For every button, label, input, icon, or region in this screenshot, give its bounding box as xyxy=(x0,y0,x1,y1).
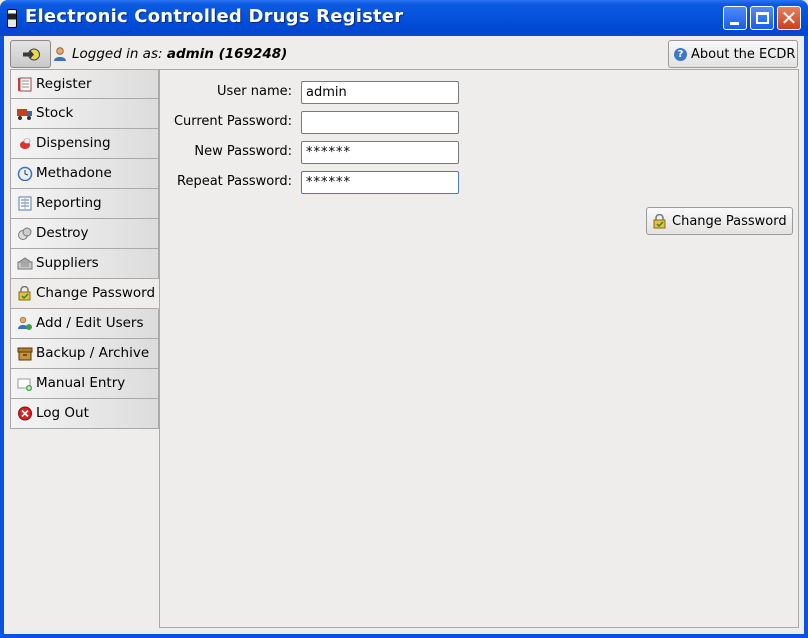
window-bottom-border xyxy=(0,634,808,638)
change-password-button-label: Change Password xyxy=(672,214,787,229)
window-title: Electronic Controlled Drugs Register xyxy=(25,6,404,27)
manual-entry-icon xyxy=(17,378,32,391)
sidebar-item-label: Backup / Archive xyxy=(36,345,150,361)
sidebar-item-manual-entry[interactable]: Manual Entry xyxy=(10,369,159,399)
new-password-field[interactable] xyxy=(301,141,459,164)
repeat-password-field[interactable] xyxy=(301,171,459,194)
close-icon: ✕ xyxy=(780,6,798,30)
title-bar[interactable]: Electronic Controlled Drugs Register ✕ xyxy=(0,0,808,36)
sidebar-item-change-password[interactable]: Change Password xyxy=(10,279,159,309)
logged-in-prefix: Logged in as: xyxy=(72,46,163,62)
reporting-icon xyxy=(18,196,32,211)
sidebar-item-logout[interactable]: Log Out xyxy=(10,399,159,429)
username-field[interactable] xyxy=(301,81,459,104)
exit-arrow-icon xyxy=(23,48,40,61)
stock-truck-icon xyxy=(17,109,32,120)
repeat-password-label: Repeat Password: xyxy=(177,174,292,189)
close-button[interactable]: ✕ xyxy=(777,6,801,30)
username-label: User name: xyxy=(216,84,292,99)
sidebar-item-label: Dispensing xyxy=(36,135,111,151)
about-button[interactable]: ? About the ECDR xyxy=(668,40,798,68)
current-password-field[interactable] xyxy=(301,111,459,134)
sidebar-item-backup[interactable]: Backup / Archive xyxy=(10,339,159,369)
sidebar: Register Stock Dispensing Methadone Repo… xyxy=(10,69,160,429)
sidebar-item-label: Stock xyxy=(36,105,74,121)
suppliers-icon xyxy=(17,257,33,270)
exit-button[interactable] xyxy=(10,40,51,68)
change-password-panel: User name: Current Password: New Passwor… xyxy=(159,69,799,628)
current-password-label: Current Password: xyxy=(173,114,292,129)
logout-icon xyxy=(18,406,32,421)
dispensing-icon xyxy=(20,138,31,149)
sidebar-item-label: Reporting xyxy=(36,195,102,211)
destroy-icon xyxy=(18,227,32,240)
app-window: Electronic Controlled Drugs Register ✕ L… xyxy=(0,0,808,638)
backup-icon xyxy=(17,347,33,361)
sidebar-item-methadone[interactable]: Methadone xyxy=(10,159,159,189)
minimize-icon xyxy=(730,22,739,25)
new-password-label: New Password: xyxy=(194,144,292,159)
sidebar-item-label: Add / Edit Users xyxy=(36,315,144,331)
sidebar-item-label: Change Password xyxy=(36,285,156,301)
users-icon xyxy=(18,316,32,330)
sidebar-item-reporting[interactable]: Reporting xyxy=(10,189,159,219)
sidebar-item-label: Log Out xyxy=(36,405,89,421)
sidebar-item-label: Suppliers xyxy=(36,255,99,271)
methadone-icon xyxy=(17,166,33,181)
maximize-icon xyxy=(756,12,769,24)
sidebar-item-destroy[interactable]: Destroy xyxy=(10,219,159,249)
sidebar-item-users[interactable]: Add / Edit Users xyxy=(10,309,159,339)
minimize-button[interactable] xyxy=(723,6,747,30)
change-password-icon xyxy=(18,286,31,301)
logged-in-text: Logged in as: admin (169248) xyxy=(72,46,287,62)
sidebar-item-dispensing[interactable]: Dispensing xyxy=(10,129,159,159)
sidebar-item-label: Manual Entry xyxy=(36,375,126,391)
register-icon xyxy=(18,77,32,92)
logged-in-user: admin (169248) xyxy=(166,46,288,62)
change-password-button[interactable]: Change Password xyxy=(646,207,793,235)
sidebar-item-label: Methadone xyxy=(36,165,112,181)
about-label: About the ECDR xyxy=(691,47,796,62)
help-icon: ? xyxy=(674,48,687,61)
sidebar-item-register[interactable]: Register xyxy=(10,69,159,99)
sidebar-item-label: Destroy xyxy=(36,225,89,241)
sidebar-item-suppliers[interactable]: Suppliers xyxy=(10,249,159,279)
user-icon xyxy=(54,47,66,61)
app-icon xyxy=(7,9,17,28)
change-password-icon xyxy=(653,214,666,229)
maximize-button[interactable] xyxy=(750,6,774,30)
sidebar-item-label: Register xyxy=(36,76,92,92)
client-area: Logged in as: admin (169248) ? About the… xyxy=(4,36,804,634)
sidebar-item-stock[interactable]: Stock xyxy=(10,99,159,129)
